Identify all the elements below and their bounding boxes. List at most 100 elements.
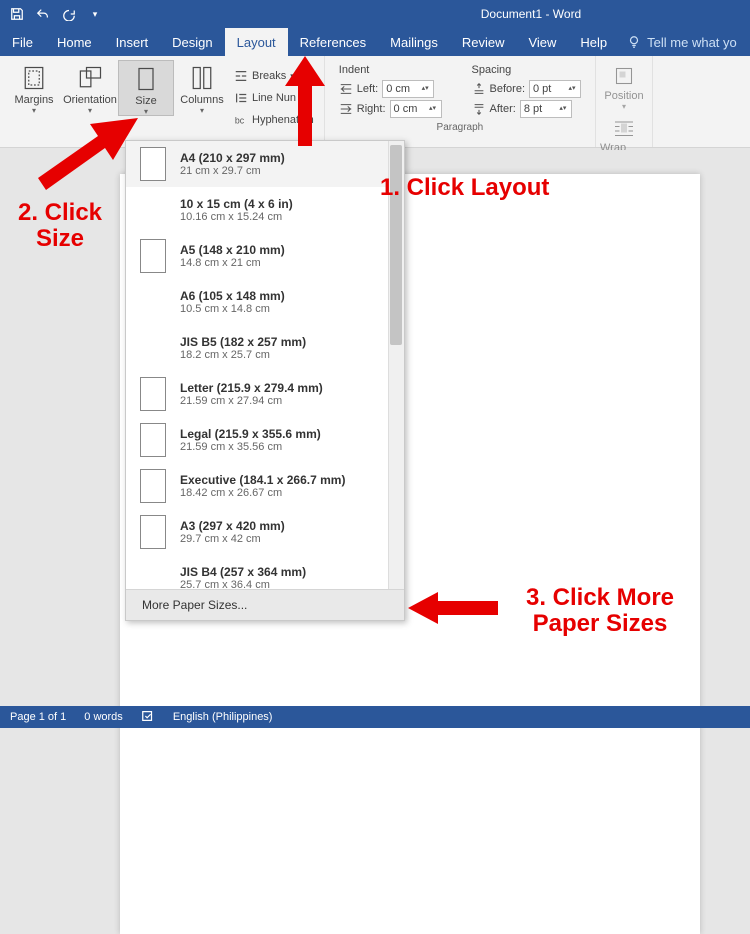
size-option-name: JIS B5 (182 x 257 mm) [180,335,306,349]
columns-button[interactable]: Columns ▾ [174,60,230,114]
page-icon [140,147,166,181]
indent-left-input[interactable]: 0 cm▴▾ [382,80,434,98]
size-option-name: Letter (215.9 x 279.4 mm) [180,381,323,395]
page-icon [140,377,166,411]
chevron-down-icon: ▾ [200,108,204,114]
annotation-arrow-1 [270,56,340,166]
page-icon [140,239,166,273]
tab-references[interactable]: References [288,28,378,56]
size-option[interactable]: A6 (105 x 148 mm)10.5 cm x 14.8 cm [126,279,404,325]
margins-button[interactable]: Margins ▾ [6,60,62,114]
tab-review[interactable]: Review [450,28,517,56]
size-option[interactable]: A5 (148 x 210 mm)14.8 cm x 21 cm [126,233,404,279]
size-option[interactable]: A4 (210 x 297 mm)21 cm x 29.7 cm [126,141,404,187]
size-list: A4 (210 x 297 mm)21 cm x 29.7 cm10 x 15 … [126,141,404,589]
spacing-after-input[interactable]: 8 pt▴▾ [520,100,572,118]
tab-layout[interactable]: Layout [225,28,288,56]
spacing-heading: Spacing [472,64,581,78]
tab-help[interactable]: Help [568,28,619,56]
save-button[interactable] [6,3,28,25]
redo-button[interactable] [58,3,80,25]
status-bar: Page 1 of 1 0 words English (Philippines… [0,706,750,728]
size-option[interactable]: Legal (215.9 x 355.6 mm)21.59 cm x 35.56… [126,417,404,463]
tab-view[interactable]: View [516,28,568,56]
size-option-name: A3 (297 x 420 mm) [180,519,285,533]
window-title: Document1 - Word [112,7,750,21]
page-icon [140,423,166,457]
position-button[interactable]: Position▾ [600,60,648,110]
columns-label: Columns [180,94,223,106]
indent-left-icon [339,82,353,96]
spacing-before-value: 0 pt [533,83,551,95]
left-label: Left: [357,83,378,95]
after-label: After: [490,103,516,115]
quick-access-toolbar: ▾ [0,3,112,25]
scrollbar[interactable] [388,141,404,589]
size-option[interactable]: A3 (297 x 420 mm)29.7 cm x 42 cm [126,509,404,555]
paragraph-group-label: Paragraph [331,120,589,133]
size-option-name: 10 x 15 cm (4 x 6 in) [180,197,293,211]
spacing-after-value: 8 pt [524,103,542,115]
size-label: Size [135,95,156,107]
annotation-step2-line1: 2. Click [18,199,102,226]
more-paper-sizes-item[interactable]: More Paper Sizes... [126,589,404,620]
size-option[interactable]: Executive (184.1 x 266.7 mm)18.42 cm x 2… [126,463,404,509]
position-label: Position [604,90,643,102]
spacing-before-input[interactable]: 0 pt▴▾ [529,80,581,98]
status-words[interactable]: 0 words [84,711,123,723]
size-option-name: Legal (215.9 x 355.6 mm) [180,427,321,441]
right-label: Right: [357,103,386,115]
tab-insert[interactable]: Insert [104,28,161,56]
orientation-button[interactable]: Orientation ▾ [62,60,118,114]
before-label: Before: [490,83,525,95]
tab-mailings[interactable]: Mailings [378,28,450,56]
annotation-arrow-3 [408,590,498,626]
size-option[interactable]: JIS B5 (182 x 257 mm)18.2 cm x 25.7 cm [126,325,404,371]
tab-design[interactable]: Design [160,28,224,56]
size-option-dim: 21 cm x 29.7 cm [180,165,285,177]
size-option-name: A5 (148 x 210 mm) [180,243,285,257]
size-option-dim: 18.42 cm x 26.67 cm [180,487,345,499]
size-option-dim: 21.59 cm x 35.56 cm [180,441,321,453]
undo-button[interactable] [32,3,54,25]
size-option-dim: 10.5 cm x 14.8 cm [180,303,285,315]
margins-label: Margins [14,94,53,106]
chevron-down-icon: ▾ [32,108,36,114]
page-icon [140,515,166,549]
size-option-name: JIS B4 (257 x 364 mm) [180,565,306,579]
indent-right-input[interactable]: 0 cm▴▾ [390,100,442,118]
group-arrange: Position▾ Wrap Text▾ Bring Forwa [596,56,653,147]
tell-me-search[interactable]: Tell me what yo [619,28,745,56]
indent-right-value: 0 cm [394,103,418,115]
tab-file[interactable]: File [0,28,45,56]
annotation-step3-line1: 3. Click More [526,584,674,611]
size-option-dim: 25.7 cm x 36.4 cm [180,579,306,589]
size-option-name: Executive (184.1 x 266.7 mm) [180,473,345,487]
annotation-arrow-2 [28,118,138,208]
size-option[interactable]: Letter (215.9 x 279.4 mm)21.59 cm x 27.9… [126,371,404,417]
tab-home[interactable]: Home [45,28,104,56]
page-icon [140,469,166,503]
qat-customize-button[interactable]: ▾ [84,3,106,25]
indent-left-value: 0 cm [386,83,410,95]
size-option[interactable]: JIS B4 (257 x 364 mm)25.7 cm x 36.4 cm [126,555,404,589]
spellcheck-icon[interactable] [141,709,155,726]
size-option-dim: 29.7 cm x 42 cm [180,533,285,545]
status-page[interactable]: Page 1 of 1 [10,711,66,723]
orientation-label: Orientation [63,94,117,106]
indent-right-icon [339,102,353,116]
size-option-dim: 10.16 cm x 15.24 cm [180,211,293,223]
size-option-dim: 21.59 cm x 27.94 cm [180,395,323,407]
size-option-dim: 18.2 cm x 25.7 cm [180,349,306,361]
group-paragraph: Indent Left: 0 cm▴▾ Right: 0 cm▴▾ Spacin… [325,56,596,147]
chevron-down-icon: ▾ [88,108,92,114]
size-button[interactable]: Size ▾ [118,60,174,116]
lightbulb-icon [627,35,641,49]
chevron-down-icon: ▾ [144,109,148,115]
size-option[interactable]: 10 x 15 cm (4 x 6 in)10.16 cm x 15.24 cm [126,187,404,233]
size-option-name: A6 (105 x 148 mm) [180,289,285,303]
status-language[interactable]: English (Philippines) [173,711,273,723]
size-option-dim: 14.8 cm x 21 cm [180,257,285,269]
indent-heading: Indent [339,64,442,78]
spacing-after-icon [472,102,486,116]
